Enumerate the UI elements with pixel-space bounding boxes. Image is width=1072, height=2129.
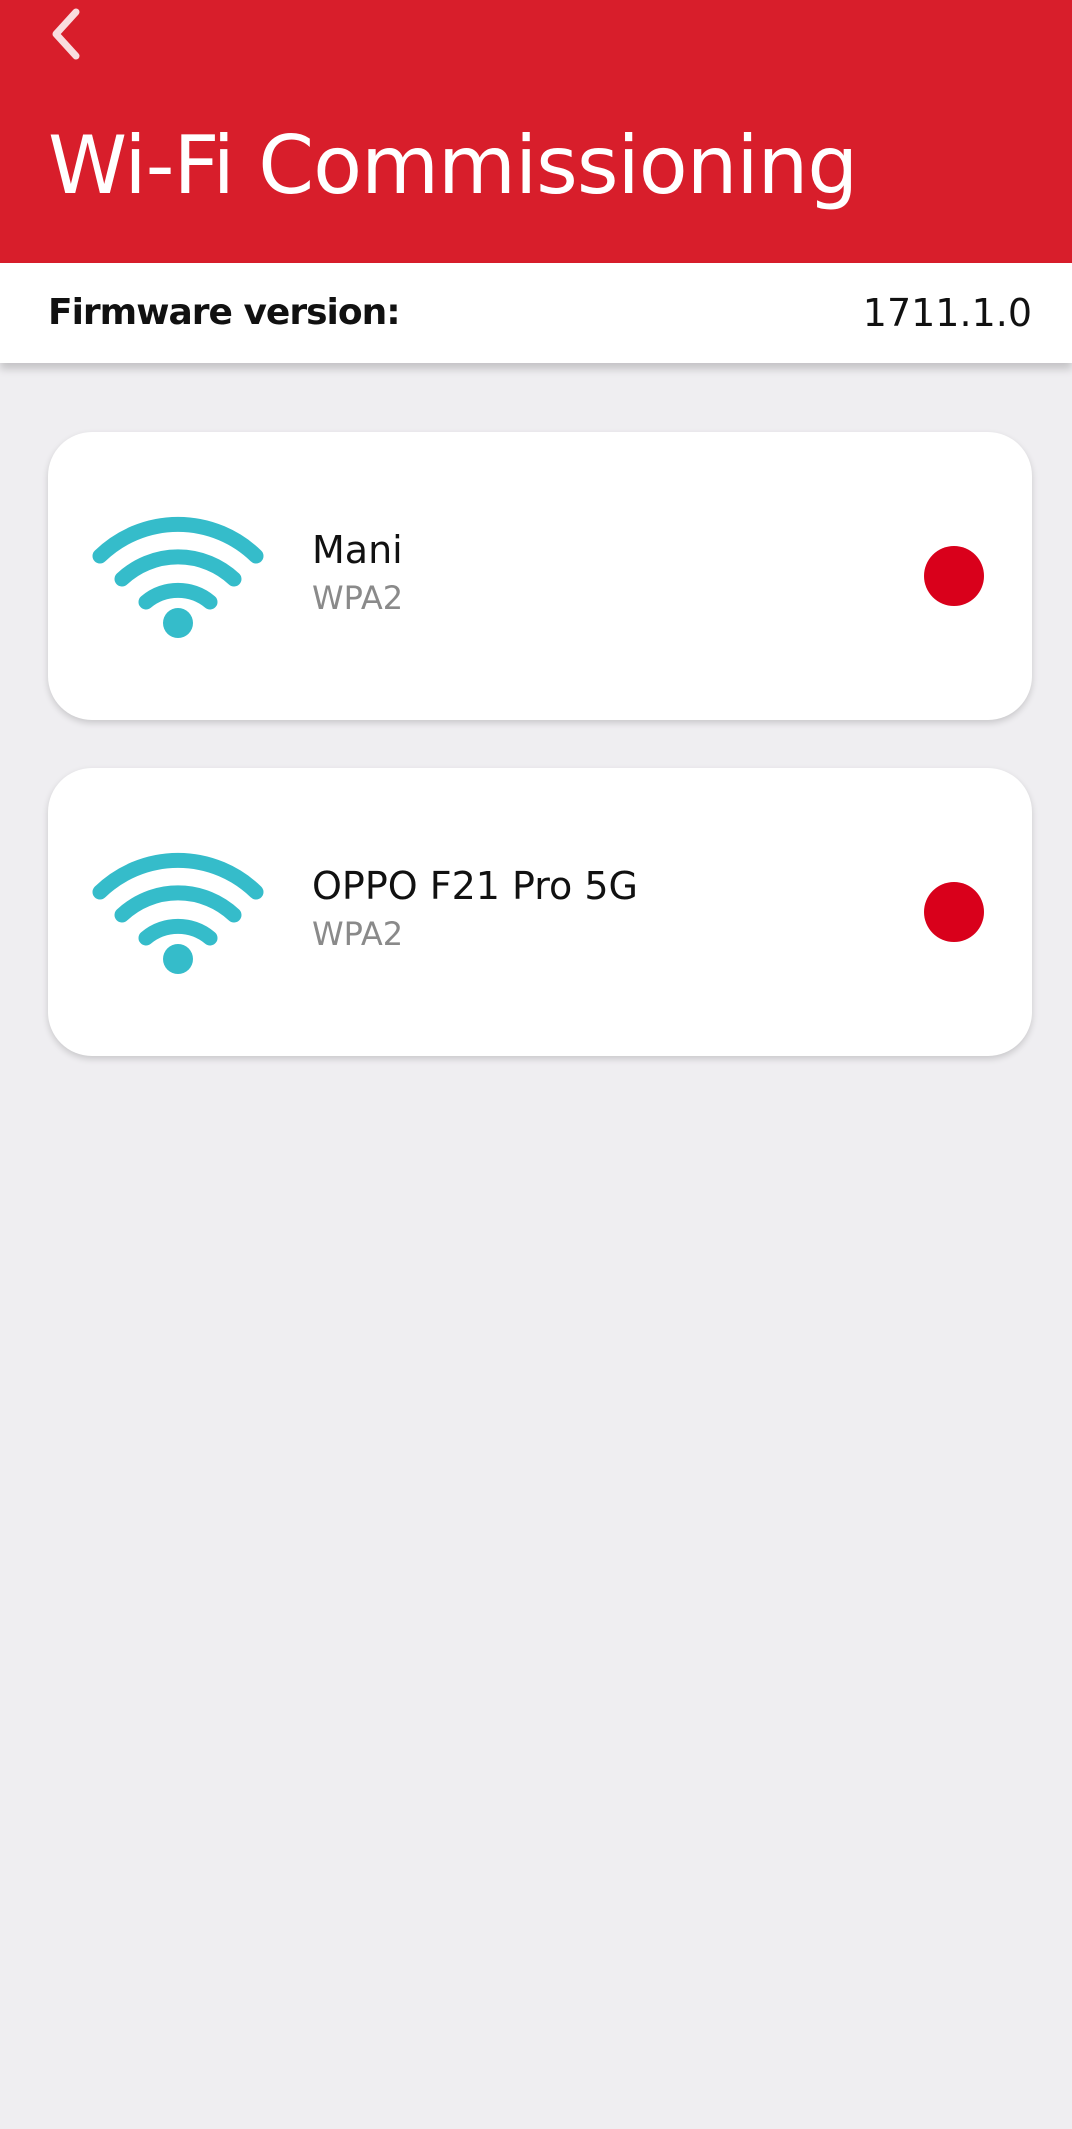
app-header: Wi-Fi Commissioning: [0, 0, 1072, 263]
network-security: WPA2: [312, 915, 404, 953]
firmware-label: Firmware version:: [48, 292, 401, 333]
wifi-icon: [92, 516, 264, 638]
network-security: WPA2: [312, 579, 404, 617]
page-title: Wi-Fi Commissioning: [48, 119, 858, 212]
back-button[interactable]: [36, 4, 96, 64]
network-card[interactable]: Mani WPA2: [48, 432, 1032, 720]
network-list: Mani WPA2 OPPO F21 Pro 5G WPA2: [48, 432, 1032, 1104]
status-dot: [924, 546, 984, 606]
chevron-left-icon: [52, 8, 80, 60]
network-name: Mani: [312, 528, 403, 572]
wifi-icon: [92, 852, 264, 974]
network-card[interactable]: OPPO F21 Pro 5G WPA2: [48, 768, 1032, 1056]
firmware-bar: Firmware version: 1711.1.0: [0, 263, 1072, 363]
status-dot: [924, 882, 984, 942]
firmware-version-value: 1711.1.0: [862, 291, 1032, 335]
network-name: OPPO F21 Pro 5G: [312, 864, 639, 908]
